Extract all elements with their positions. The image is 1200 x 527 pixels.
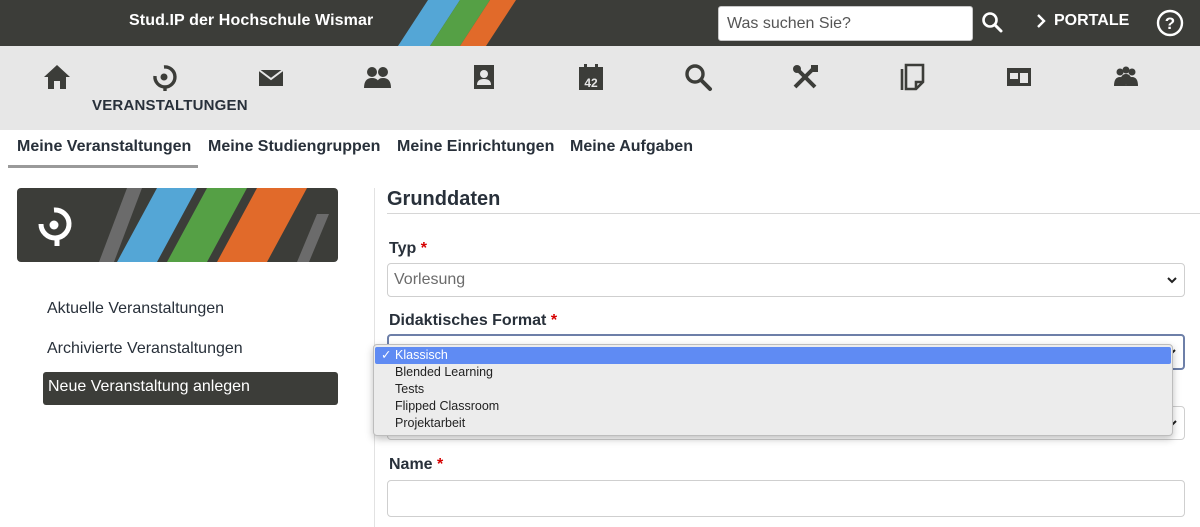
name-input[interactable]	[387, 480, 1185, 517]
dropdown-option[interactable]: Flipped Classroom	[375, 398, 1171, 415]
section-divider	[387, 213, 1200, 214]
top-bar: Stud.IP der Hochschule Wismar PORTALE ?	[0, 0, 1200, 46]
sidebar-item-archivierte[interactable]: Archivierte Veranstaltungen	[47, 340, 243, 358]
sidebar-banner	[17, 188, 338, 262]
name-label-text: Name	[389, 456, 433, 473]
courses-icon	[153, 65, 177, 91]
home-icon	[44, 65, 70, 89]
search-icon	[685, 64, 712, 91]
tab-bar: Meine Veranstaltungen Meine Studiengrupp…	[0, 130, 1200, 168]
calendar-icon: 42	[579, 64, 603, 90]
sidebar-banner-graphic	[38, 188, 329, 262]
tab-meine-einrichtungen[interactable]: Meine Einrichtungen	[397, 138, 554, 156]
name-label: Name *	[389, 456, 443, 474]
section-title: Grunddaten	[387, 188, 501, 210]
main-navigation: 42 VERANSTALTUNGEN	[0, 46, 1200, 130]
brand-stripes	[398, 0, 516, 46]
search-input[interactable]	[718, 6, 973, 41]
sidebar-item-aktuelle[interactable]: Aktuelle Veranstaltungen	[47, 300, 224, 318]
chevron-right-icon	[1037, 14, 1046, 28]
required-mark: *	[420, 240, 427, 257]
nav-calendar[interactable]: 42	[571, 60, 611, 94]
format-label-text: Didaktisches Format	[389, 312, 547, 329]
groups-icon	[1114, 66, 1138, 86]
mail-icon	[258, 69, 284, 86]
format-dropdown-menu: ✓ Klassisch Blended Learning Tests Flippe…	[373, 344, 1173, 436]
nav-courses[interactable]	[144, 60, 184, 94]
site-title[interactable]: Stud.IP der Hochschule Wismar	[129, 12, 373, 30]
admin-icon	[1007, 68, 1031, 86]
nav-home[interactable]	[37, 60, 77, 94]
nav-search[interactable]	[678, 60, 718, 94]
dropdown-option[interactable]: ✓ Klassisch	[375, 347, 1171, 364]
option-label: Blended Learning	[395, 365, 493, 379]
files-icon	[900, 63, 925, 91]
required-mark: *	[550, 312, 558, 329]
courses-icon	[38, 207, 72, 246]
nav-admin[interactable]	[999, 60, 1039, 94]
chevron-down-icon	[1167, 277, 1177, 284]
nav-active-label[interactable]: VERANSTALTUNGEN	[92, 97, 248, 114]
typ-label-text: Typ	[389, 240, 417, 257]
search-icon[interactable]	[980, 10, 1004, 34]
typ-select-value: Vorlesung	[394, 271, 466, 288]
nav-profile[interactable]	[464, 60, 504, 94]
typ-label: Typ *	[389, 240, 427, 258]
nav-messages[interactable]	[251, 60, 291, 94]
community-icon	[364, 67, 391, 88]
required-mark: *	[437, 456, 444, 473]
calendar-day: 42	[584, 76, 598, 90]
option-label: Projektarbeit	[395, 416, 466, 430]
tools-icon	[793, 65, 818, 89]
nav-files[interactable]	[892, 60, 932, 94]
tab-meine-aufgaben[interactable]: Meine Aufgaben	[570, 138, 693, 156]
check-icon: ✓	[381, 348, 392, 362]
dropdown-option[interactable]: Projektarbeit	[375, 415, 1171, 432]
profile-icon	[474, 65, 494, 89]
active-tab-indicator	[8, 165, 198, 168]
portale-label: PORTALE	[1054, 12, 1130, 29]
option-label: Flipped Classroom	[395, 399, 500, 413]
tab-meine-studiengruppen[interactable]: Meine Studiengruppen	[208, 138, 380, 156]
dropdown-option[interactable]: Blended Learning	[375, 364, 1171, 381]
portale-menu[interactable]: PORTALE	[1036, 12, 1129, 30]
nav-tools[interactable]	[785, 60, 825, 94]
dropdown-option[interactable]: Tests	[375, 381, 1171, 398]
option-label: Tests	[395, 382, 425, 396]
sidebar-item-neue-veranstaltung[interactable]: Neue Veranstaltung anlegen	[43, 372, 338, 405]
option-label: Klassisch	[395, 348, 448, 362]
svg-text:?: ?	[1165, 14, 1175, 33]
format-label: Didaktisches Format *	[389, 312, 557, 330]
nav-groups[interactable]	[1106, 60, 1146, 94]
tab-meine-veranstaltungen[interactable]: Meine Veranstaltungen	[17, 138, 191, 156]
typ-select[interactable]: Vorlesung	[387, 263, 1185, 297]
nav-community[interactable]	[357, 60, 397, 94]
help-icon[interactable]: ?	[1156, 9, 1184, 37]
